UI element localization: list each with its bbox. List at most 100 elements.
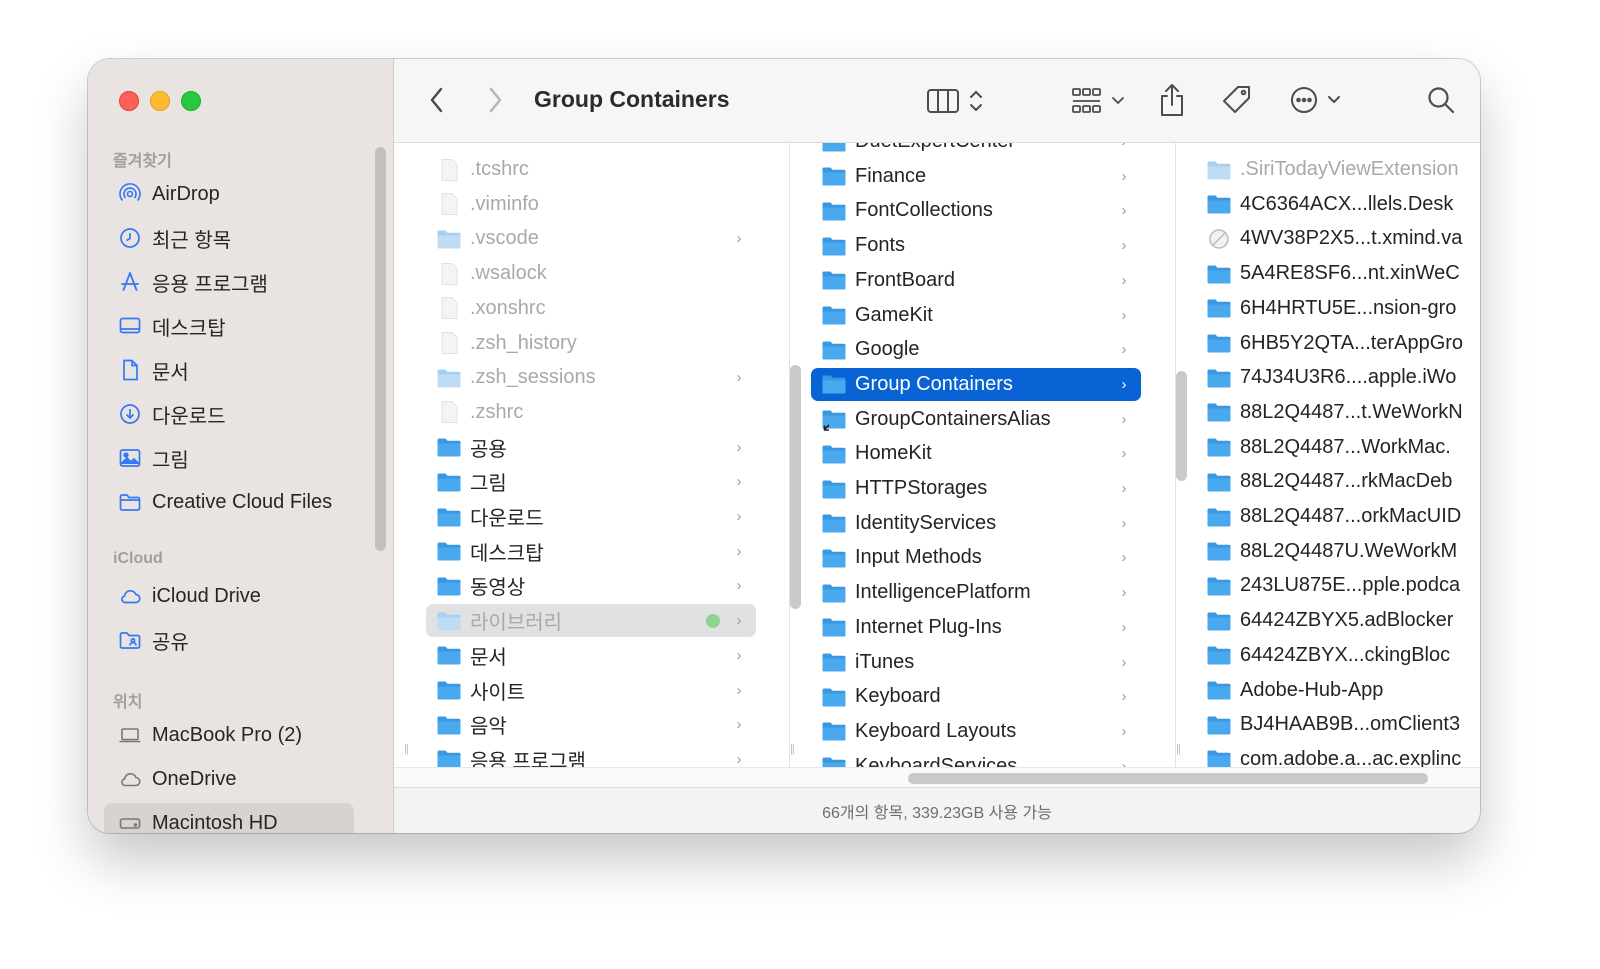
folder-row[interactable]: 88L2Q4487...orkMacUID xyxy=(1196,500,1480,533)
folder-row[interactable]: Input Methods › xyxy=(811,541,1141,574)
folder-row[interactable]: 88L2Q4487...WorkMac. xyxy=(1196,431,1480,464)
sidebar-item-pictures[interactable]: 그림 xyxy=(104,438,354,478)
folder-row[interactable]: Finance › xyxy=(811,160,1141,193)
folder-row[interactable]: 데스크탑 › xyxy=(426,535,756,568)
group-button[interactable] xyxy=(1070,85,1130,117)
column-2-scrollbar[interactable] xyxy=(1176,371,1187,481)
row-label: FrontBoard xyxy=(855,268,956,291)
folder-row[interactable]: 5A4RE8SF6...nt.xinWeC xyxy=(1196,257,1480,290)
folder-row[interactable]: iTunes › xyxy=(811,646,1141,679)
row-label: .zsh_history xyxy=(470,331,577,354)
folder-row[interactable]: FontCollections › xyxy=(811,194,1141,227)
folder-row[interactable]: IntelligencePlatform › xyxy=(811,576,1141,609)
zoom-window-button[interactable] xyxy=(181,91,201,111)
folder-row[interactable]: 88L2Q4487U.WeWorkM xyxy=(1196,535,1480,568)
folder-row[interactable]: 응용 프로그램 › xyxy=(426,743,756,767)
tag-button[interactable] xyxy=(1220,83,1254,117)
folder-row[interactable]: 그림 › xyxy=(426,465,756,498)
folder-row[interactable]: 다운로드 › xyxy=(426,500,756,533)
sidebar-item-creative-cloud[interactable]: Creative Cloud Files xyxy=(104,482,354,522)
folder-row[interactable]: GameKit › xyxy=(811,299,1141,332)
folder-row[interactable]: 88L2Q4487...t.WeWorkN xyxy=(1196,396,1480,429)
sidebar-item-desktop[interactable]: 데스크탑 xyxy=(104,306,354,346)
folder-row[interactable]: com.adobe.a...ac.explinc xyxy=(1196,743,1480,767)
folder-row[interactable]: 음악 › xyxy=(426,708,756,741)
folder-row[interactable]: .zsh_sessions › xyxy=(426,361,756,394)
folder-row[interactable]: 88L2Q4487...rkMacDeb xyxy=(1196,465,1480,498)
folder-row[interactable]: 사이트 › xyxy=(426,674,756,707)
folder-row[interactable]: GroupContainersAlias › xyxy=(811,403,1141,436)
folder-row[interactable]: Google › xyxy=(811,333,1141,366)
sidebar-item-downloads[interactable]: 다운로드 xyxy=(104,394,354,434)
chevron-right-icon: › xyxy=(1121,306,1127,324)
folder-row[interactable]: .SiriTodayViewExtension xyxy=(1196,153,1480,186)
folder-icon xyxy=(821,233,847,259)
row-label: Internet Plug-Ins xyxy=(855,615,1002,638)
folder-row[interactable]: 6HB5Y2QTA...terAppGro xyxy=(1196,327,1480,360)
folder-icon xyxy=(1206,295,1232,321)
folder-row[interactable]: 동영상 › xyxy=(426,569,756,602)
folder-row[interactable]: 문서 › xyxy=(426,639,756,672)
row-label: HomeKit xyxy=(855,442,932,465)
folder-row[interactable]: 74J34U3R6....apple.iWo xyxy=(1196,361,1480,394)
folder-row[interactable]: Internet Plug-Ins › xyxy=(811,611,1141,644)
file-row[interactable]: .wsalock xyxy=(426,257,756,290)
folder-row[interactable]: 64424ZBYX5.adBlocker xyxy=(1196,604,1480,637)
file-row[interactable]: .xonshrc xyxy=(426,292,756,325)
sidebar-item-onedrive[interactable]: OneDrive xyxy=(104,759,354,799)
sidebar-section-locations: 위치 xyxy=(113,694,143,711)
folder-row[interactable]: 4WV38P2X5...t.xmind.va xyxy=(1196,222,1480,255)
forward-button[interactable] xyxy=(482,83,508,117)
folder-row[interactable]: FrontBoard › xyxy=(811,264,1141,297)
folder-row[interactable]: 64424ZBYX...ckingBloc xyxy=(1196,639,1480,672)
folder-row[interactable]: 공용 › xyxy=(426,431,756,464)
folder-row[interactable]: BJ4HAAB9B...omClient3 xyxy=(1196,708,1480,741)
folder-row[interactable]: .vscode › xyxy=(426,222,756,255)
sidebar-item-macbook[interactable]: MacBook Pro (2) xyxy=(104,715,354,755)
file-row[interactable]: .zsh_history xyxy=(426,327,756,360)
folder-row[interactable]: DuetExpertCenter› xyxy=(811,143,1141,158)
sidebar-item-recents[interactable]: 최근 항목 xyxy=(104,218,354,258)
close-window-button[interactable] xyxy=(119,91,139,111)
sidebar-item-icloud-drive[interactable]: iCloud Drive xyxy=(104,576,354,616)
sidebar-item-shared[interactable]: 공유 xyxy=(104,620,354,660)
column-resize-grip[interactable]: || xyxy=(790,743,795,755)
sidebar-scrollbar[interactable] xyxy=(375,147,386,551)
minimize-window-button[interactable] xyxy=(150,91,170,111)
folder-row[interactable]: 라이브러리 › xyxy=(426,604,756,638)
sidebar-item-applications[interactable]: 응용 프로그램 xyxy=(104,262,354,302)
file-row[interactable]: .viminfo xyxy=(426,188,756,221)
folder-row[interactable]: 4C6364ACX...llels.Desk xyxy=(1196,188,1480,221)
folder-row[interactable]: Keyboard › xyxy=(811,680,1141,713)
forward-chevron-icon xyxy=(489,87,502,113)
sidebar-item-airdrop[interactable]: AirDrop xyxy=(104,174,354,214)
row-label: .zsh_sessions xyxy=(470,366,596,389)
more-actions-button[interactable] xyxy=(1289,83,1349,117)
folder-row[interactable]: Adobe-Hub-App xyxy=(1196,674,1480,707)
column-resize-grip[interactable]: || xyxy=(1176,743,1181,755)
sidebar-item-documents[interactable]: 문서 xyxy=(104,350,354,390)
folder-row[interactable]: Fonts › xyxy=(811,229,1141,262)
sidebar-item-macintosh-hd[interactable]: Macintosh HD xyxy=(104,803,354,833)
sidebar-section-icloud: iCloud xyxy=(113,550,163,567)
back-button[interactable] xyxy=(424,83,450,117)
column-1-scrollbar[interactable] xyxy=(790,365,801,609)
column-resize-grip[interactable]: || xyxy=(404,743,409,755)
folder-row[interactable]: HomeKit › xyxy=(811,437,1141,470)
file-row[interactable]: .tcshrc xyxy=(426,153,756,186)
folder-row[interactable]: KeyboardServices › xyxy=(811,750,1141,767)
more-ellipsis-icon xyxy=(1291,87,1340,113)
folder-row[interactable]: Keyboard Layouts › xyxy=(811,715,1141,748)
share-button[interactable] xyxy=(1157,81,1187,119)
view-mode-button[interactable] xyxy=(926,85,998,117)
folder-row[interactable]: IdentityServices › xyxy=(811,507,1141,540)
horizontal-scrollbar[interactable] xyxy=(908,773,1428,784)
folder-row[interactable]: 243LU875E...pple.podca xyxy=(1196,569,1480,602)
row-label: 데스크탑 xyxy=(470,542,544,565)
folder-row[interactable]: 6H4HRTU5E...nsion-gro xyxy=(1196,292,1480,325)
folder-row[interactable]: HTTPStorages › xyxy=(811,472,1141,505)
file-row[interactable]: .zshrc xyxy=(426,396,756,429)
folder-row[interactable]: Group Containers › xyxy=(811,367,1141,401)
search-button[interactable] xyxy=(1424,83,1458,117)
row-label: Google xyxy=(855,338,920,361)
